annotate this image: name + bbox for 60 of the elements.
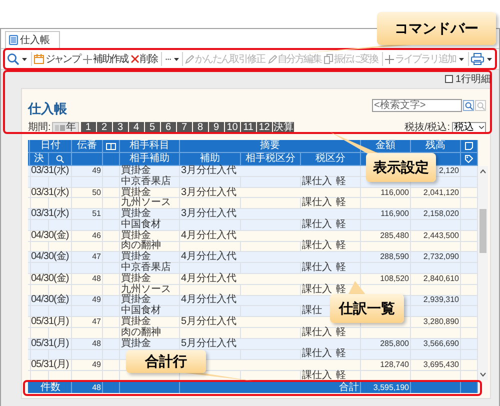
tax-rate: 軽 xyxy=(336,263,346,274)
toolbar-button[interactable]: 削除 xyxy=(130,50,158,68)
month-button[interactable]: 10 xyxy=(224,122,240,133)
tax-category: 課仕入 xyxy=(302,328,332,338)
callout: 仕訳一覧 xyxy=(330,294,404,323)
tax-rate: 軽 xyxy=(336,241,346,252)
tax-rate: 軽 xyxy=(336,284,346,295)
tax-category: 課仕入 xyxy=(302,241,332,252)
column-header: 補助 xyxy=(180,153,241,166)
tax-rate: 軽 xyxy=(336,349,346,360)
tax-category: 課仕入 xyxy=(302,349,332,360)
tax-category: 課仕入 xyxy=(302,263,332,274)
month-button[interactable]: 決算 xyxy=(272,122,294,133)
tax-category: 課仕入 xyxy=(302,176,332,187)
toolbar-button[interactable]: ジャンプ xyxy=(33,50,82,68)
tax-rate: 軽 xyxy=(336,176,346,187)
column-header: 金額 xyxy=(361,140,411,153)
month-button[interactable]: 7 xyxy=(176,122,192,133)
column-header: 相手補助 xyxy=(120,153,180,166)
tax-mode-select[interactable]: 税込 xyxy=(452,122,486,133)
month-button[interactable]: 6 xyxy=(160,122,176,133)
column-header: 税区分 xyxy=(301,153,361,166)
column-header: 相手税区分 xyxy=(241,153,301,166)
column-header: 決 xyxy=(30,153,49,166)
tax-category: 課仕入 xyxy=(302,371,332,382)
callout: コマンドバー xyxy=(377,12,496,45)
total-cell: 3,595,190 xyxy=(361,382,411,393)
month-button[interactable]: 12 xyxy=(256,122,272,133)
month-button[interactable]: 9 xyxy=(208,122,224,133)
month-button[interactable]: 11 xyxy=(240,122,256,133)
total-cell: 合計 xyxy=(180,382,361,393)
column-header: 日付 xyxy=(30,140,72,153)
tax-rate: 軽 xyxy=(336,328,346,338)
month-button[interactable]: 5 xyxy=(144,122,160,133)
tax-category: 課仕入 xyxy=(302,220,332,230)
month-button[interactable]: 1 xyxy=(80,122,96,133)
year-toggle[interactable]: 年 xyxy=(52,122,79,133)
toolbar-button[interactable]: 補助作成 xyxy=(82,50,129,68)
month-button[interactable]: 8 xyxy=(192,122,208,133)
document-tab[interactable]: 仕入帳 xyxy=(5,31,60,48)
tax-category: 課仕 xyxy=(302,306,322,316)
tax-category: 課仕入 xyxy=(302,284,332,295)
column-header: 伝番 xyxy=(72,140,103,153)
total-cell: 48 xyxy=(72,382,103,393)
month-button[interactable]: 3 xyxy=(112,122,128,133)
column-header: 相手科目 xyxy=(120,140,180,153)
tax-rate: 軽 xyxy=(336,371,346,382)
tax-rate: 軽 xyxy=(336,220,346,230)
page-title: 仕入帳 xyxy=(28,102,67,115)
toolbar-button[interactable]: ··· xyxy=(164,50,180,68)
period-label: 期間: xyxy=(28,120,51,135)
total-cell: 件数 xyxy=(30,382,72,393)
tax-category: 課仕入 xyxy=(302,198,332,208)
tax-mode-label: 税抜/税込: xyxy=(404,120,450,135)
tax-rate: 軽 xyxy=(336,198,346,208)
month-button[interactable]: 2 xyxy=(96,122,112,133)
callout: 表示設定 xyxy=(366,153,436,182)
month-button[interactable]: 4 xyxy=(128,122,144,133)
detail-checkbox[interactable]: 1行明細 xyxy=(445,72,491,86)
callout: 合計行 xyxy=(126,350,206,373)
